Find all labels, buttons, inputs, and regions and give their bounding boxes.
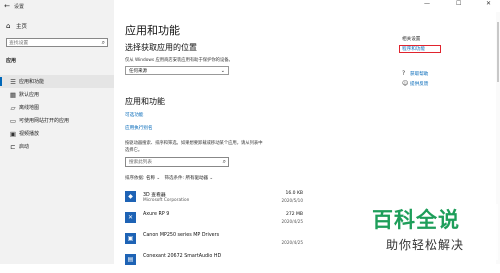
minimize-button[interactable]: — [424, 0, 430, 7]
settings-search-placeholder: 查找设置 [9, 41, 29, 46]
app-date: 2020/4/25 [281, 219, 303, 224]
app-list-search-placeholder: 搜索此列表 [129, 160, 152, 165]
programs-features-link[interactable]: 程序和功能 [399, 45, 441, 53]
map-icon: ▱ [10, 103, 16, 112]
watermark-title: 百科全说 [372, 208, 460, 232]
watermark: 百科全说 助你轻松解决 [372, 204, 498, 260]
sidebar-item-video-playback[interactable]: ▣ 视频播放 [0, 127, 114, 140]
sidebar-item-offline-maps[interactable]: ▱ 离线地图 [0, 101, 114, 114]
back-arrow-icon[interactable]: ← [0, 2, 14, 10]
chevron-down-icon: ⌄ [156, 176, 161, 181]
choose-location-description: 仅从 Windows 应用商店安装应用有助于保护你的设备。 [125, 58, 233, 63]
get-help-label: 获取帮助 [410, 71, 429, 77]
app-list-item[interactable]: ▣ Canon MP250 series MP Drivers 2020/4/2… [125, 231, 303, 252]
feedback-icon: ☺ [402, 80, 409, 87]
home-link[interactable]: ⌂ 主页 [0, 20, 114, 32]
sidebar-nav: ☰ 应用和功能 ▦ 默认应用 ▱ 离线地图 ▭ 可使用网站打开的应用 ▣ 视频播… [0, 75, 114, 153]
optional-features-link[interactable]: 可选功能 [125, 112, 143, 118]
chevron-down-icon: ⌄ [209, 176, 214, 181]
video-icon: ▣ [9, 129, 17, 138]
sidebar: ← 设置 ⌂ 主页 查找设置 ⌕ 应用 ☰ 应用和功能 ▦ 默认应用 ▱ 离线地… [0, 0, 114, 264]
apps-description-line2: 选择它。 [125, 148, 143, 153]
sidebar-item-label: 可使用网站打开的应用 [19, 118, 70, 124]
choose-location-heading: 选择获取应用的位置 [125, 43, 197, 52]
window-title: 设置 [14, 3, 25, 10]
sidebar-item-label: 应用和功能 [19, 79, 45, 85]
3d-viewer-icon: ◆ [125, 191, 136, 202]
apps-description-line1: 按驱动器搜索、排序和筛选。如果想要卸载或移动某个应用，请从列表中 [125, 141, 263, 146]
chevron-down-icon: ⌄ [220, 67, 225, 74]
default-apps-icon: ▦ [9, 90, 17, 99]
app-source-value: 任何来源 [129, 68, 147, 74]
app-name: Axure RP 9 [143, 212, 170, 217]
startup-icon: ⊏ [10, 142, 16, 151]
sidebar-item-startup[interactable]: ⊏ 启动 [0, 140, 114, 153]
search-icon: ⌕ [222, 158, 226, 165]
app-date: 2020/5/10 [281, 198, 303, 203]
app-list-search-input[interactable]: 搜索此列表 ⌕ [125, 157, 229, 167]
page-title: 应用和功能 [125, 24, 180, 37]
watermark-subtitle: 助你轻松解决 [386, 238, 465, 252]
axure-icon: ✕ [125, 212, 136, 223]
website-apps-icon: ▭ [9, 116, 17, 125]
app-size: 16.0 KB [285, 191, 304, 196]
filter-label: 筛选条件: [164, 176, 185, 181]
scrollbar-thumb[interactable] [497, 22, 499, 82]
search-icon: ⌕ [101, 39, 105, 46]
audio-driver-icon: ▤ [125, 254, 136, 265]
sidebar-item-website-apps[interactable]: ▭ 可使用网站打开的应用 [0, 114, 114, 127]
app-list-item[interactable]: ◆ 3D 查看器 Microsoft Corporation 16.0 KB 2… [125, 189, 303, 210]
apps-features-heading: 应用和功能 [125, 97, 165, 106]
feedback-label: 提供反馈 [410, 81, 429, 87]
related-settings-title: 相关设置 [402, 37, 421, 42]
sidebar-item-label: 启动 [19, 144, 30, 150]
maximize-button[interactable]: ☐ [456, 0, 461, 7]
app-size: 272 MB [286, 212, 303, 217]
sort-label: 排序依据: [125, 176, 145, 181]
settings-search-input[interactable]: 查找设置 ⌕ [6, 38, 108, 47]
sidebar-item-label: 视频播放 [19, 131, 40, 137]
app-date: 2020/4/25 [281, 240, 303, 245]
get-help-link[interactable]: ? 获取帮助 [402, 70, 428, 77]
app-name: Canon MP250 series MP Drivers [143, 233, 220, 238]
home-label: 主页 [16, 24, 28, 30]
sidebar-item-apps-features[interactable]: ☰ 应用和功能 [0, 75, 114, 88]
title-bar: ← 设置 [0, 0, 114, 12]
filter-dropdown[interactable]: 所有驱动器 [185, 176, 208, 181]
app-publisher: Microsoft Corporation [143, 198, 190, 203]
app-list-item[interactable]: ▤ Conexant 20672 SmartAudio HD [125, 252, 303, 273]
sort-filter-row: 排序依据: 名称 ⌄ 筛选条件: 所有驱动器 ⌄ [125, 175, 213, 181]
app-name: Conexant 20672 SmartAudio HD [143, 254, 222, 259]
sidebar-item-label: 离线地图 [19, 105, 40, 111]
printer-driver-icon: ▣ [125, 233, 136, 244]
sidebar-item-label: 默认应用 [19, 92, 40, 98]
apps-list-icon: ☰ [10, 77, 16, 86]
sort-dropdown[interactable]: 名称 [146, 176, 155, 181]
app-name: 3D 查看器 [143, 193, 166, 198]
app-list: ◆ 3D 查看器 Microsoft Corporation 16.0 KB 2… [125, 189, 303, 273]
app-aliases-link[interactable]: 应用执行别名 [125, 125, 153, 131]
app-list-item[interactable]: ✕ Axure RP 9 272 MB 2020/4/25 [125, 210, 303, 231]
feedback-link[interactable]: ☺ 提供反馈 [402, 80, 428, 87]
sidebar-section-title: 应用 [6, 58, 17, 64]
sidebar-item-default-apps[interactable]: ▦ 默认应用 [0, 88, 114, 101]
close-button[interactable]: ✕ [486, 0, 491, 7]
app-source-dropdown[interactable]: 任何来源 ⌄ [125, 66, 229, 75]
help-icon: ? [402, 70, 406, 77]
home-icon: ⌂ [6, 22, 11, 30]
